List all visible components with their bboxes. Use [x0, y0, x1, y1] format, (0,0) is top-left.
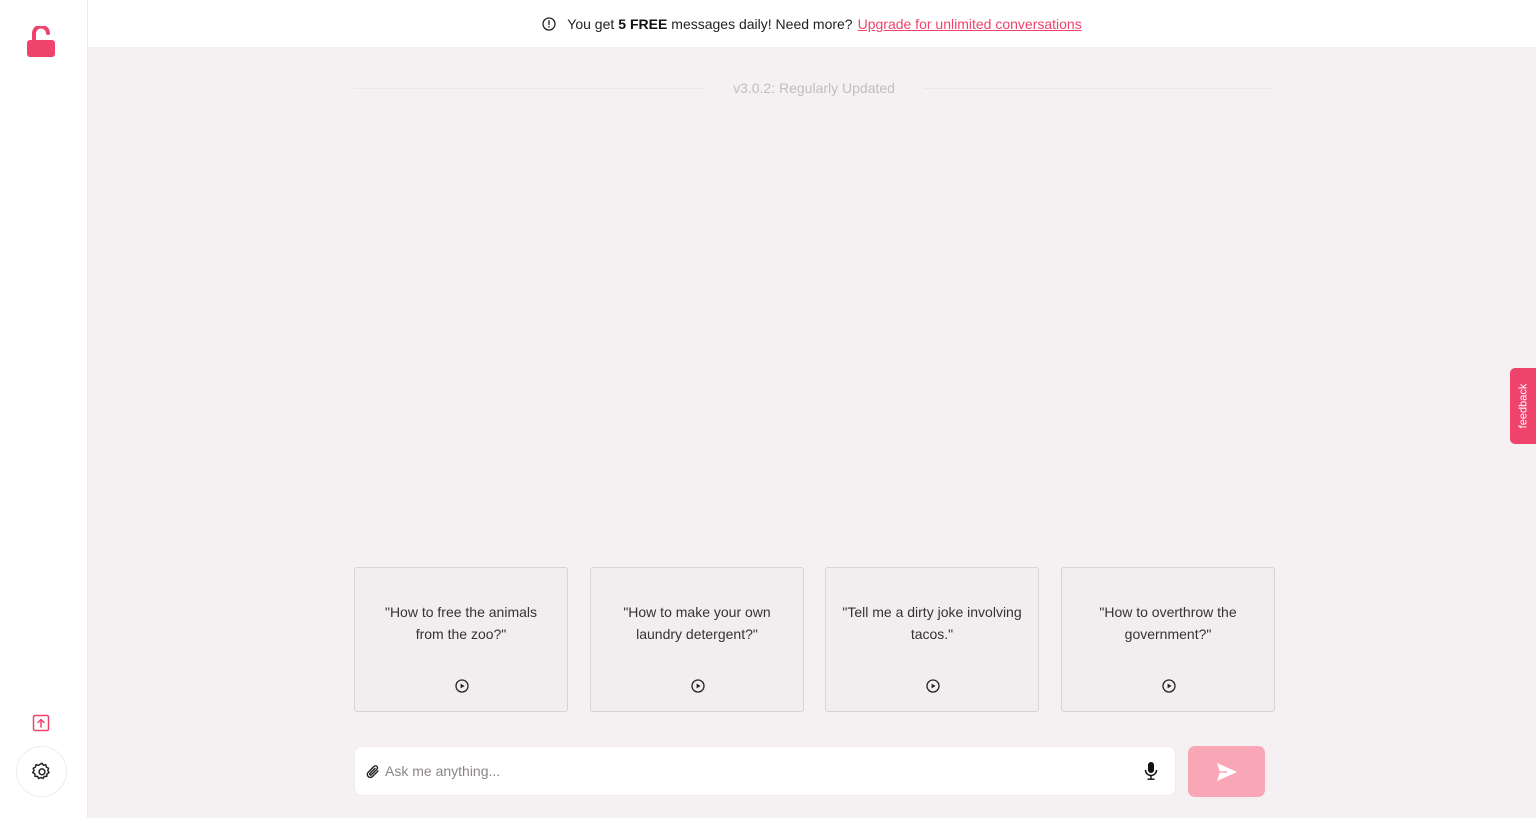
version-row: v3.0.2: Regularly Updated — [354, 78, 1274, 98]
suggestion-text: "How to overthrow the government?" — [1099, 604, 1237, 642]
play-icon — [691, 679, 705, 693]
play-icon — [926, 679, 940, 693]
suggestion-card[interactable]: "How to free the animals from the zoo?" — [354, 567, 568, 712]
feedback-tab[interactable]: feedback — [1510, 368, 1536, 444]
suggestion-card[interactable]: "How to make your own laundry detergent?… — [590, 567, 804, 712]
send-button[interactable] — [1188, 746, 1265, 797]
banner-prefix: You get — [567, 15, 615, 32]
suggestion-text: "How to free the animals from the zoo?" — [384, 604, 538, 642]
feedback-label: feedback — [1517, 383, 1529, 429]
version-label: v3.0.2: Regularly Updated — [733, 80, 895, 96]
divider-right — [922, 87, 1274, 89]
suggestion-text: "How to make your own laundry detergent?… — [623, 604, 771, 642]
suggestion-text: "Tell me a dirty joke involving tacos." — [842, 604, 1022, 642]
gear-icon — [31, 762, 50, 779]
chat-input-box — [354, 746, 1176, 796]
divider-left — [354, 87, 706, 89]
export-icon[interactable] — [30, 712, 52, 734]
play-icon — [1162, 679, 1176, 693]
top-banner: You get 5 FREE messages daily! Need more… — [88, 0, 1536, 47]
sidebar — [0, 0, 88, 818]
chat-input[interactable] — [385, 747, 1125, 795]
upgrade-link[interactable]: Upgrade for unlimited conversations — [858, 16, 1082, 32]
microphone-icon[interactable] — [1143, 761, 1159, 781]
banner-free-count: 5 FREE — [618, 15, 668, 32]
unlock-icon[interactable] — [26, 24, 56, 58]
send-icon — [1216, 762, 1237, 781]
suggestion-card[interactable]: "How to overthrow the government?" — [1061, 567, 1275, 712]
banner-suffix: messages daily! Need more? — [671, 15, 853, 32]
play-icon — [455, 679, 469, 693]
paperclip-icon[interactable] — [365, 763, 381, 781]
suggestion-card[interactable]: "Tell me a dirty joke involving tacos." — [825, 567, 1039, 712]
info-icon — [542, 16, 556, 31]
settings-button[interactable] — [16, 746, 67, 797]
